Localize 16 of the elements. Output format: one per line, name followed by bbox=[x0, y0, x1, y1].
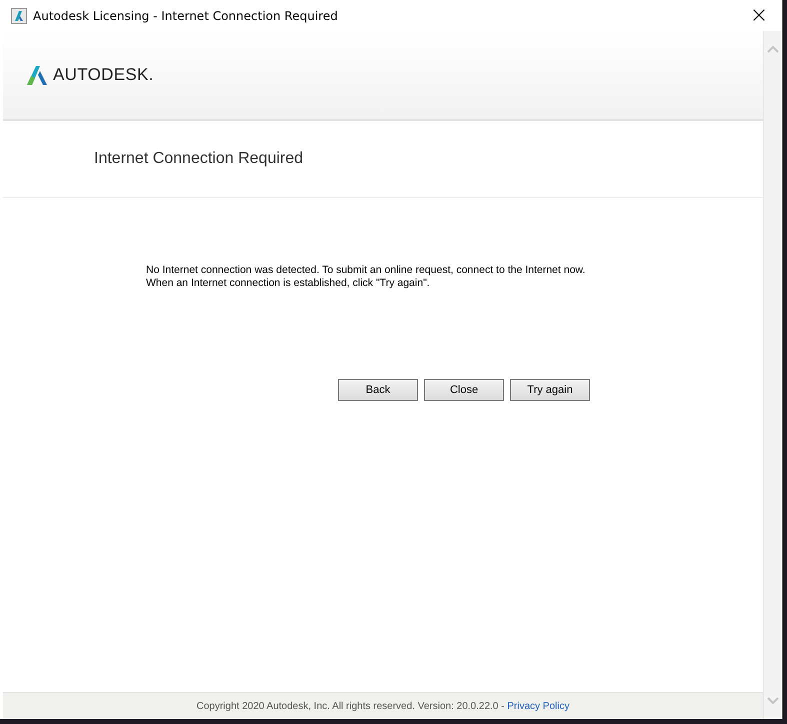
copyright-text: Copyright 2020 Autodesk, Inc. All rights reserved. Version: 20.0.22.0 - Privacy Policy bbox=[196, 700, 570, 712]
message-text: When an Internet connection is established, click "Try again". bbox=[146, 277, 431, 290]
page-heading: Internet Connection Required bbox=[94, 150, 304, 168]
close-button[interactable]: × bbox=[736, 0, 782, 31]
dialog-button[interactable]: Try again bbox=[510, 379, 590, 401]
scrollbar[interactable] bbox=[764, 31, 782, 719]
scroll-up-icon[interactable] bbox=[767, 45, 779, 53]
dialog-button[interactable]: Back bbox=[338, 379, 418, 401]
dialog-button[interactable]: Close bbox=[424, 379, 504, 401]
logo-text: AUTODESK. bbox=[53, 65, 154, 85]
logo-icon bbox=[27, 65, 47, 85]
scroll-down-icon[interactable] bbox=[767, 697, 779, 705]
app-icon bbox=[11, 8, 27, 24]
privacy-policy-link[interactable]: Privacy Policy bbox=[507, 700, 570, 712]
window-title: Autodesk Licensing - Internet Connection Required bbox=[33, 8, 338, 22]
message-text: No Internet connection was detected. To submit an online request, connect to the Internet now. bbox=[146, 264, 586, 277]
